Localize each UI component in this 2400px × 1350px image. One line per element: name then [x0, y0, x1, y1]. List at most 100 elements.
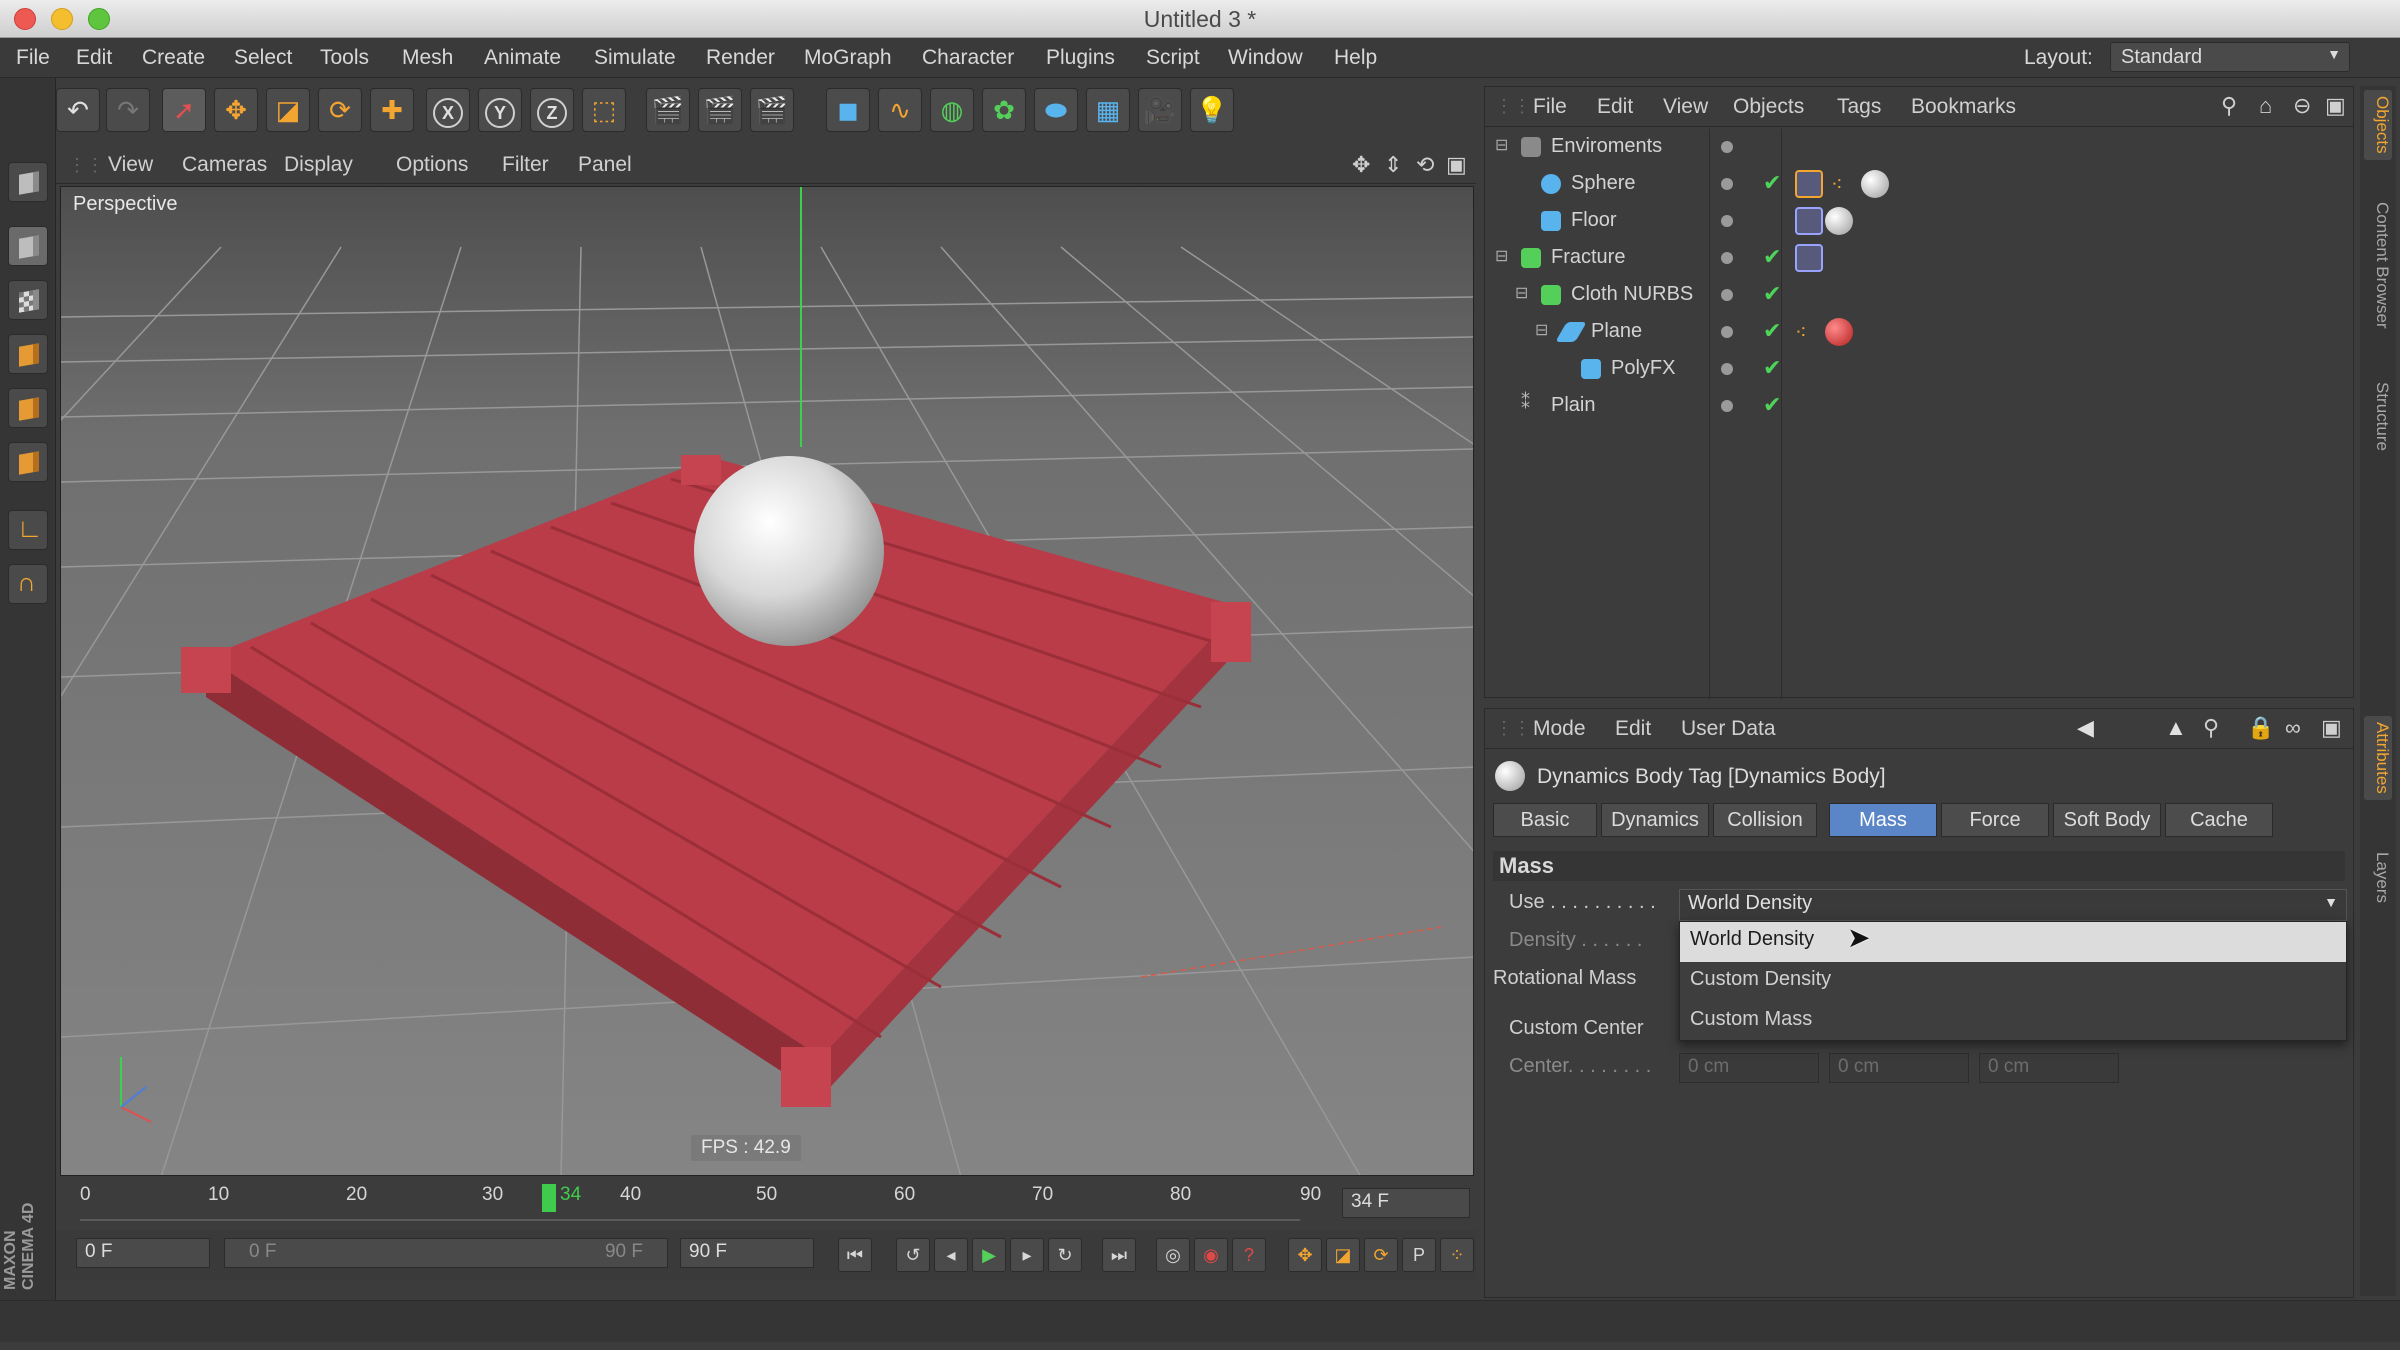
visibility-dot[interactable] — [1721, 215, 1733, 227]
toggle-panel-icon[interactable]: ▣ — [1446, 152, 1467, 178]
collapse-toggle-icon[interactable]: ⊟ — [1535, 320, 1548, 340]
x-axis-lock-button[interactable]: X — [426, 88, 470, 132]
record-keys-button[interactable]: ◎ — [1156, 1238, 1190, 1272]
visibility-dot[interactable] — [1721, 178, 1733, 190]
dolly-view-icon[interactable]: ⇕ — [1384, 152, 1402, 178]
dynamics-tag-icon[interactable] — [1795, 244, 1823, 272]
menu-render[interactable]: Render — [706, 46, 775, 70]
object-row-enviroments[interactable]: ⊟ Enviroments — [1485, 129, 2353, 166]
menu-script[interactable]: Script — [1146, 46, 1200, 70]
side-tab-layers[interactable]: Layers — [2364, 846, 2392, 909]
link-icon[interactable]: ∞ — [2285, 715, 2301, 741]
tab-mass[interactable]: Mass — [1829, 803, 1937, 837]
z-axis-lock-button[interactable]: Z — [530, 88, 574, 132]
menu-edit[interactable]: Edit — [76, 46, 112, 70]
autokey-button[interactable]: ◉ — [1194, 1238, 1228, 1272]
visibility-dot[interactable] — [1721, 400, 1733, 412]
link-icon[interactable]: ⊖ — [2293, 93, 2311, 119]
back-arrow-icon[interactable]: ◀ — [2077, 715, 2094, 741]
render-settings-button[interactable]: 🎬 — [750, 88, 794, 132]
object-row-plain[interactable]: ⁑ Plain ✔ — [1485, 388, 2353, 425]
add-tool-button[interactable]: ✚ — [370, 88, 414, 132]
pan-view-icon[interactable]: ✥ — [1352, 152, 1370, 178]
menu-create[interactable]: Create — [142, 46, 205, 70]
am-menu-edit[interactable]: Edit — [1615, 717, 1651, 741]
om-menu-objects[interactable]: Objects — [1733, 95, 1804, 119]
menu-mograph[interactable]: MoGraph — [804, 46, 892, 70]
keyframe-selection-button[interactable]: ? — [1232, 1238, 1266, 1272]
add-deformer-button[interactable]: ⬬ — [1034, 88, 1078, 132]
key-rotation-button[interactable]: ⟳ — [1364, 1238, 1398, 1272]
center-x-field[interactable]: 0 cm — [1679, 1053, 1819, 1083]
enabled-check-icon[interactable]: ✔ — [1763, 355, 1781, 381]
perspective-viewport[interactable]: Perspective FPS : 42.9 — [60, 186, 1474, 1176]
points-tag-icon[interactable]: ⁖ — [1795, 320, 1807, 345]
key-position-button[interactable]: ✥ — [1288, 1238, 1322, 1272]
prev-key-button[interactable]: ↺ — [896, 1238, 930, 1272]
center-z-field[interactable]: 0 cm — [1979, 1053, 2119, 1083]
next-key-button[interactable]: ↻ — [1048, 1238, 1082, 1272]
dynamics-tag-icon[interactable] — [1795, 170, 1823, 198]
option-custom-density[interactable]: Custom Density — [1680, 962, 2346, 1002]
collapse-toggle-icon[interactable]: ⊟ — [1495, 246, 1508, 266]
om-menu-bookmarks[interactable]: Bookmarks — [1911, 95, 2016, 119]
object-row-plane[interactable]: ⊟ Plane ✔ ⁖ — [1485, 314, 2353, 351]
visibility-dot[interactable] — [1721, 252, 1733, 264]
add-cube-button[interactable]: ◼ — [826, 88, 870, 132]
prev-frame-button[interactable]: ◂ — [934, 1238, 968, 1272]
snap-button[interactable]: ∩ — [8, 564, 48, 604]
up-arrow-icon[interactable]: ▲ — [2165, 715, 2187, 741]
move-tool-button[interactable]: ✥ — [214, 88, 258, 132]
viewport-menu-display[interactable]: Display — [284, 153, 353, 177]
viewport-menu-options[interactable]: Options — [396, 153, 468, 177]
texture-mode-button[interactable] — [8, 280, 48, 320]
playhead-marker[interactable] — [542, 1184, 556, 1212]
orbit-view-icon[interactable]: ⟲ — [1416, 152, 1434, 178]
side-tab-content-browser[interactable]: Content Browser — [2364, 196, 2392, 335]
material-tag-icon[interactable] — [1861, 170, 1889, 198]
menu-help[interactable]: Help — [1334, 46, 1377, 70]
visibility-dot[interactable] — [1721, 363, 1733, 375]
am-menu-mode[interactable]: Mode — [1533, 717, 1586, 741]
tab-cache[interactable]: Cache — [2165, 803, 2273, 837]
home-icon[interactable]: ⌂ — [2259, 93, 2272, 119]
sphere-object[interactable] — [694, 456, 884, 646]
camera-label[interactable]: Perspective — [67, 191, 184, 218]
enabled-check-icon[interactable]: ✔ — [1763, 281, 1781, 307]
menu-select[interactable]: Select — [234, 46, 292, 70]
enabled-check-icon[interactable]: ✔ — [1763, 244, 1781, 270]
play-button[interactable]: ▶ — [972, 1238, 1006, 1272]
make-editable-button[interactable] — [8, 162, 48, 202]
polygons-mode-button[interactable] — [8, 442, 48, 482]
enabled-check-icon[interactable]: ✔ — [1763, 318, 1781, 344]
collider-tag-icon[interactable] — [1795, 207, 1823, 235]
add-floor-button[interactable]: ▦ — [1086, 88, 1130, 132]
red-material-tag-icon[interactable] — [1825, 318, 1853, 346]
tab-basic[interactable]: Basic — [1493, 803, 1597, 837]
menu-tools[interactable]: Tools — [320, 46, 369, 70]
menu-animate[interactable]: Animate — [484, 46, 561, 70]
menu-plugins[interactable]: Plugins — [1046, 46, 1115, 70]
om-menu-edit[interactable]: Edit — [1597, 95, 1633, 119]
current-frame-field[interactable]: 34 F — [1342, 1188, 1470, 1218]
live-selection-button[interactable]: ➚ — [162, 88, 206, 132]
undo-button[interactable]: ↶ — [56, 88, 100, 132]
add-array-button[interactable]: ✿ — [982, 88, 1026, 132]
tab-force[interactable]: Force — [1941, 803, 2049, 837]
side-tab-structure[interactable]: Structure — [2364, 376, 2392, 457]
timeline-ruler[interactable]: 0 10 20 30 34 40 50 60 70 80 90 34 F — [60, 1180, 1474, 1234]
visibility-dot[interactable] — [1721, 141, 1733, 153]
key-pla-button[interactable]: ⁘ — [1440, 1238, 1474, 1272]
go-to-end-button[interactable]: ⏭ — [1102, 1238, 1136, 1272]
range-slider[interactable]: 0 F 90 F — [224, 1238, 668, 1268]
search-icon[interactable]: ⚲ — [2203, 715, 2219, 741]
add-light-button[interactable]: 💡 — [1190, 88, 1234, 132]
viewport-menu-filter[interactable]: Filter — [502, 153, 549, 177]
search-icon[interactable]: ⚲ — [2221, 93, 2237, 119]
add-spline-button[interactable]: ∿ — [878, 88, 922, 132]
menu-mesh[interactable]: Mesh — [402, 46, 453, 70]
enabled-check-icon[interactable]: ✔ — [1763, 392, 1781, 418]
viewport-menu-cameras[interactable]: Cameras — [182, 153, 267, 177]
menu-character[interactable]: Character — [922, 46, 1014, 70]
option-world-density[interactable]: World Density — [1680, 922, 2346, 962]
